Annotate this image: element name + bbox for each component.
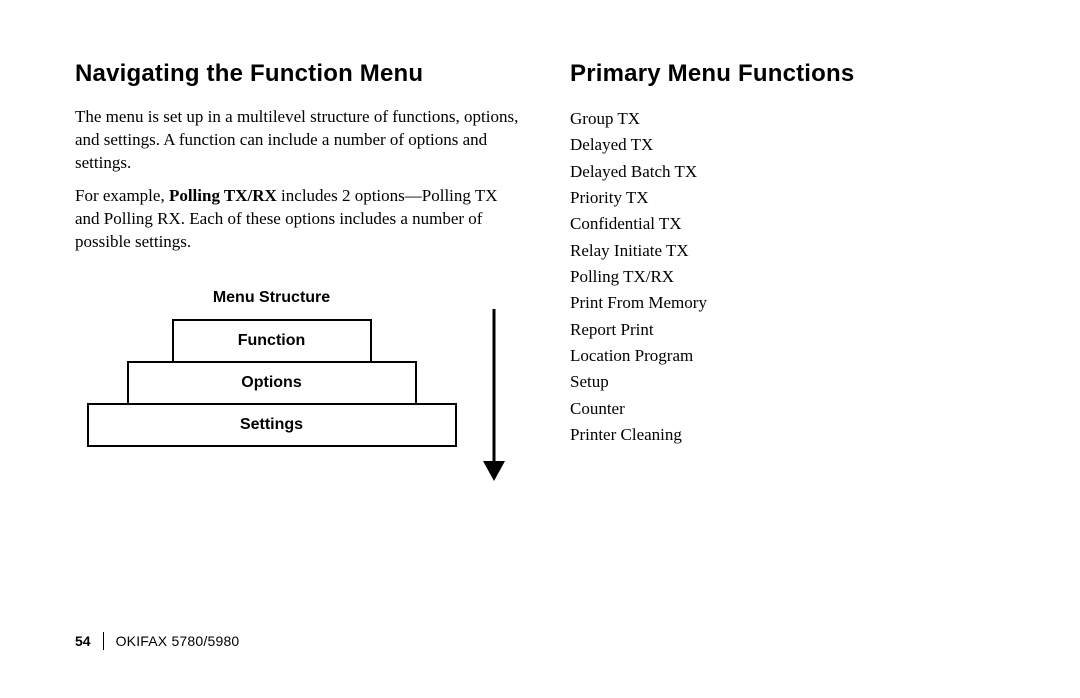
diagram-stack: Menu Structure Function Options Settings bbox=[87, 289, 457, 447]
left-heading: Navigating the Function Menu bbox=[75, 60, 520, 88]
page-number: 54 bbox=[75, 633, 91, 649]
list-item: Polling TX/RX bbox=[570, 264, 990, 290]
list-item: Report Print bbox=[570, 317, 990, 343]
left-para2-prefix: For example, bbox=[75, 186, 169, 205]
right-heading: Primary Menu Functions bbox=[570, 60, 990, 88]
down-arrow-icon bbox=[479, 309, 509, 484]
footer-divider bbox=[103, 632, 104, 650]
left-paragraph-1: The menu is set up in a multilevel struc… bbox=[75, 106, 520, 175]
tier-settings: Settings bbox=[87, 403, 457, 447]
list-item: Location Program bbox=[570, 343, 990, 369]
list-item: Counter bbox=[570, 396, 990, 422]
list-item: Confidential TX bbox=[570, 211, 990, 237]
list-item: Print From Memory bbox=[570, 290, 990, 316]
document-page: Navigating the Function Menu The menu is… bbox=[0, 0, 1080, 698]
list-item: Group TX bbox=[570, 106, 990, 132]
left-column: Navigating the Function Menu The menu is… bbox=[75, 60, 520, 484]
list-item: Delayed Batch TX bbox=[570, 159, 990, 185]
tier-options: Options bbox=[127, 361, 417, 405]
primary-menu-list: Group TX Delayed TX Delayed Batch TX Pri… bbox=[570, 106, 990, 448]
list-item: Relay Initiate TX bbox=[570, 238, 990, 264]
list-item: Priority TX bbox=[570, 185, 990, 211]
right-column: Primary Menu Functions Group TX Delayed … bbox=[570, 60, 990, 484]
tier-function: Function bbox=[172, 319, 372, 363]
left-paragraph-2: For example, Polling TX/RX includes 2 op… bbox=[75, 185, 520, 254]
diagram-title: Menu Structure bbox=[213, 289, 330, 307]
page-footer: 54 OKIFAX 5780/5980 bbox=[75, 632, 239, 650]
two-column-layout: Navigating the Function Menu The menu is… bbox=[75, 60, 1025, 484]
list-item: Printer Cleaning bbox=[570, 422, 990, 448]
list-item: Delayed TX bbox=[570, 132, 990, 158]
menu-structure-diagram: Menu Structure Function Options Settings bbox=[75, 289, 520, 484]
list-item: Setup bbox=[570, 369, 990, 395]
footer-model: OKIFAX 5780/5980 bbox=[116, 633, 240, 649]
left-para2-bold: Polling TX/RX bbox=[169, 186, 277, 205]
